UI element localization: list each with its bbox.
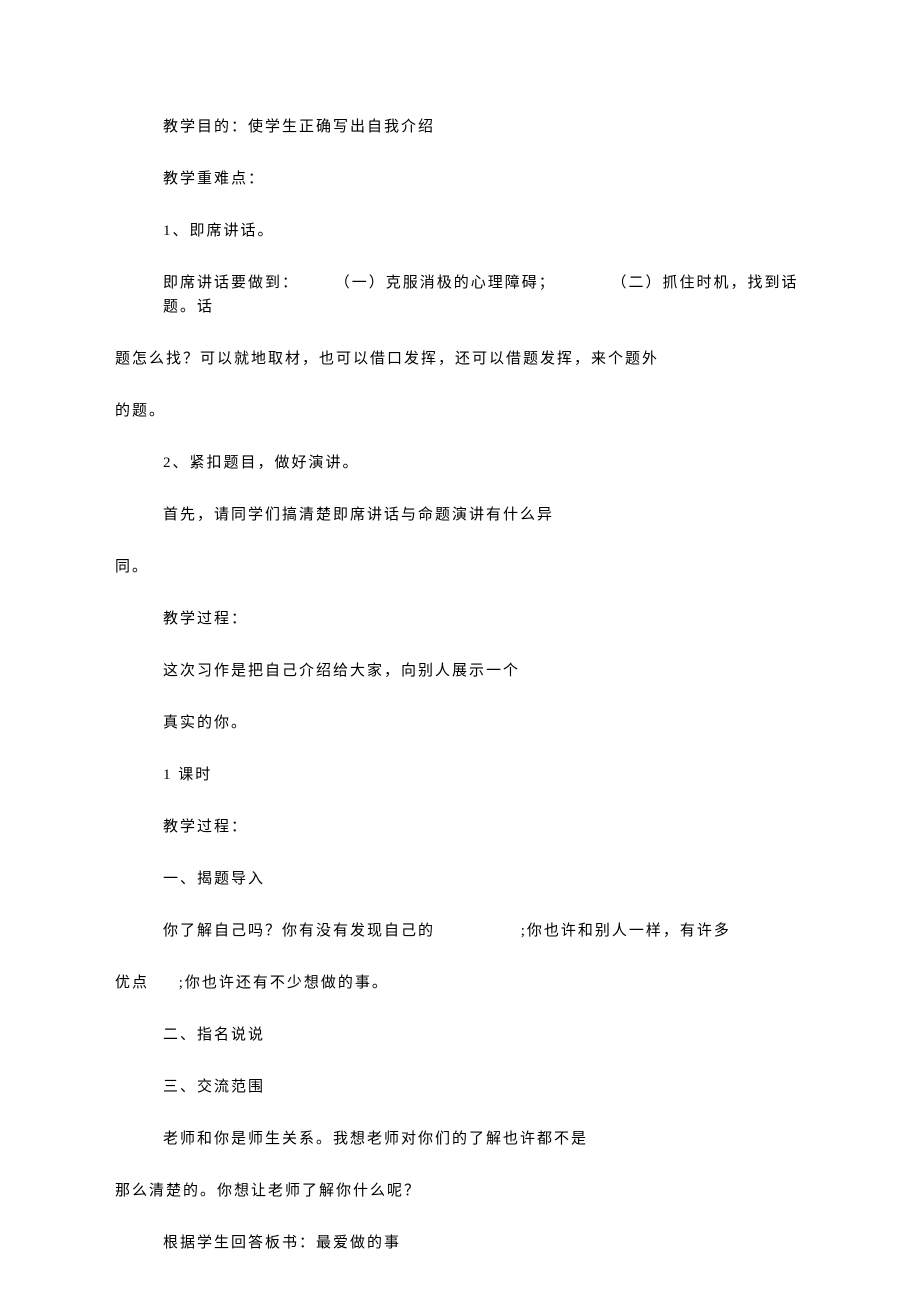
text-line: 教学过程： xyxy=(115,815,805,839)
text-line: 题怎么找？可以就地取材，也可以借口发挥，还可以借题发挥，来个题外 xyxy=(115,347,805,371)
document-body: 教学目的：使学生正确写出自我介绍 教学重难点： 1、即席讲话。 即席讲话要做到：… xyxy=(115,115,805,1255)
text-span: 即席讲话要做到： xyxy=(163,275,299,291)
text-line: 你了解自己吗？你有没有发现自己的 ;你也许和别人一样，有许多 xyxy=(115,919,805,943)
text-line: 同。 xyxy=(115,555,805,579)
text-span: 优点 xyxy=(115,975,149,991)
text-line: 二、指名说说 xyxy=(115,1023,805,1047)
text-line: 优点 ;你也许还有不少想做的事。 xyxy=(115,971,805,995)
text-line: 即席讲话要做到： （一）克服消极的心理障碍； （二）抓住时机，找到话题。话 xyxy=(115,271,805,319)
text-line: 那么清楚的。你想让老师了解你什么呢？ xyxy=(115,1179,805,1203)
text-line: 教学目的：使学生正确写出自我介绍 xyxy=(115,115,805,139)
text-line: 2、紧扣题目，做好演讲。 xyxy=(115,451,805,475)
text-span: ;你也许还有不少想做的事。 xyxy=(179,975,389,991)
text-line: 1、即席讲话。 xyxy=(115,219,805,243)
text-line: 老师和你是师生关系。我想老师对你们的了解也许都不是 xyxy=(115,1127,805,1151)
text-line: 教学重难点： xyxy=(115,167,805,191)
text-span: ;你也许和别人一样，有许多 xyxy=(521,923,731,939)
text-line: 真实的你。 xyxy=(115,711,805,735)
text-line: 三、交流范围 xyxy=(115,1075,805,1099)
text-line: 根据学生回答板书：最爱做的事 xyxy=(115,1231,805,1255)
text-line: 这次习作是把自己介绍给大家，向别人展示一个 xyxy=(115,659,805,683)
text-line: 一、揭题导入 xyxy=(115,867,805,891)
text-line: 首先，请同学们搞清楚即席讲话与命题演讲有什么异 xyxy=(115,503,805,527)
text-span: （一）克服消极的心理障碍； xyxy=(335,275,556,291)
text-line: 的题。 xyxy=(115,399,805,423)
text-line: 教学过程： xyxy=(115,607,805,631)
text-span: 你了解自己吗？你有没有发现自己的 xyxy=(163,923,435,939)
text-line: 1 课时 xyxy=(115,763,805,787)
